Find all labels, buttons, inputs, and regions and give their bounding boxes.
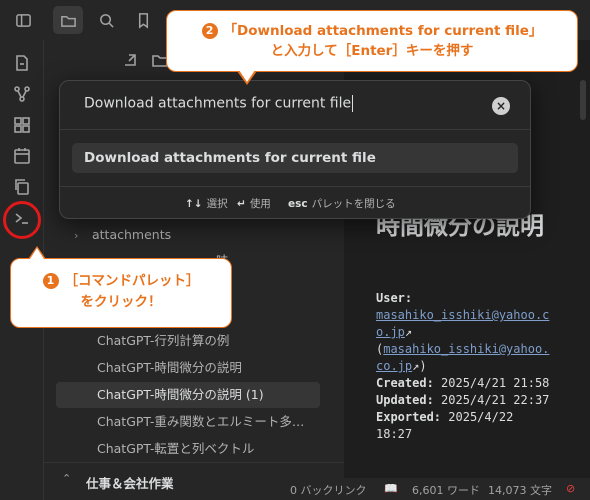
text-caret: [352, 95, 354, 112]
exported-time: 18:27: [376, 427, 413, 441]
email-link[interactable]: masahiko_isshiki@yahoo.c: [376, 308, 549, 322]
hint-label: パレットを閉じる: [311, 198, 396, 210]
hint-use: ↵ 使用: [237, 196, 271, 211]
vault-name: 仕事＆会社作業: [86, 476, 174, 491]
book-icon[interactable]: 📖: [384, 482, 398, 495]
backlinks-count[interactable]: 0 バックリンク: [290, 482, 367, 498]
word-count: 6,601 ワード: [412, 484, 480, 497]
callout-tail-inner: [239, 70, 255, 82]
list-item[interactable]: ChatGPT-時間微分の説明: [56, 355, 320, 381]
sync-off-icon[interactable]: ⊘: [566, 482, 575, 495]
list-item[interactable]: ChatGPT-重み関数とエルミート多…: [56, 409, 320, 435]
status-bar: 0 バックリンク 📖 6,601 ワード 14,073 文字 ⊘: [280, 478, 590, 500]
hint-key: ↑↓: [185, 198, 203, 210]
hint-key: esc: [288, 198, 308, 210]
graph-view-icon[interactable]: [10, 82, 34, 106]
clear-input-icon[interactable]: ×: [492, 97, 510, 115]
callout-tail-inner: [30, 248, 44, 259]
created-value: 2025/4/21 21:58: [441, 376, 550, 390]
step-number-badge: 1: [42, 273, 59, 289]
highlight-ring: [3, 201, 41, 239]
exported-value: 2025/4/22: [448, 410, 514, 424]
user-label: User:: [376, 291, 413, 305]
bookmark-icon[interactable]: [131, 8, 155, 32]
divider: [60, 186, 530, 187]
list-item-selected[interactable]: ChatGPT-時間微分の説明 (1): [56, 382, 320, 408]
callout-step-2: 2 「Download attachments for current file」…: [166, 10, 578, 72]
folder-attachments[interactable]: › attachments: [74, 222, 171, 248]
chevron-updown-icon: ⌃: [62, 472, 72, 485]
hint-dismiss: esc パレットを閉じる: [288, 196, 396, 211]
callout-text: 「Download attachments for current file」: [223, 23, 543, 39]
list-item[interactable]: ChatGPT-行列計算の例: [56, 328, 320, 354]
canvas-icon[interactable]: [10, 113, 34, 137]
paren-close: ): [419, 359, 427, 373]
scrollbar[interactable]: [580, 80, 586, 120]
note-metadata: User: masahiko_isshiki@yahoo.c o.jp↗ (ma…: [376, 290, 576, 443]
callout-step-1: 1 ［コマンドパレット］ をクリック！: [10, 258, 232, 328]
updated-label: Updated:: [376, 393, 434, 407]
hint-navigate: ↑↓ 選択: [185, 196, 228, 211]
hint-key: ↵: [237, 198, 246, 210]
hint-label: 選択: [206, 198, 228, 210]
calendar-icon[interactable]: [10, 144, 34, 168]
char-count: 14,073 文字: [488, 484, 552, 497]
open-quick-switcher-icon[interactable]: [10, 51, 34, 75]
email-link-2-cont[interactable]: co.jp: [376, 359, 412, 373]
email-link-2[interactable]: masahiko_isshiki@yahoo.: [383, 342, 549, 356]
hint-label: 使用: [249, 198, 271, 210]
command-query-text: Download attachments for current file: [84, 95, 352, 112]
new-note-icon[interactable]: [122, 52, 140, 70]
divider: [60, 129, 530, 130]
chevron-right-icon: ›: [74, 229, 79, 242]
sidebar-toggle-icon[interactable]: [11, 8, 35, 32]
email-link-cont[interactable]: o.jp: [376, 325, 405, 339]
callout-text: と入力して［Enter］キーを押す: [270, 43, 474, 59]
copy-icon[interactable]: [10, 175, 34, 199]
callout-text: ［コマンドパレット］: [64, 273, 200, 289]
updated-value: 2025/4/21 22:37: [441, 393, 550, 407]
search-icon[interactable]: [94, 8, 118, 32]
exported-label: Exported:: [376, 410, 442, 424]
command-palette: Download attachments for current file × …: [59, 80, 531, 219]
external-link-icon: ↗: [404, 325, 413, 339]
folder-label: attachments: [92, 227, 172, 242]
step-number-badge: 2: [201, 23, 218, 39]
list-item[interactable]: ChatGPT-転置と列ベクトル: [56, 436, 320, 462]
command-search-input[interactable]: Download attachments for current file: [84, 95, 484, 117]
callout-text: をクリック！: [80, 294, 162, 310]
created-label: Created:: [376, 376, 434, 390]
command-suggestion[interactable]: Download attachments for current file: [72, 143, 518, 173]
folder-icon[interactable]: [53, 6, 83, 34]
